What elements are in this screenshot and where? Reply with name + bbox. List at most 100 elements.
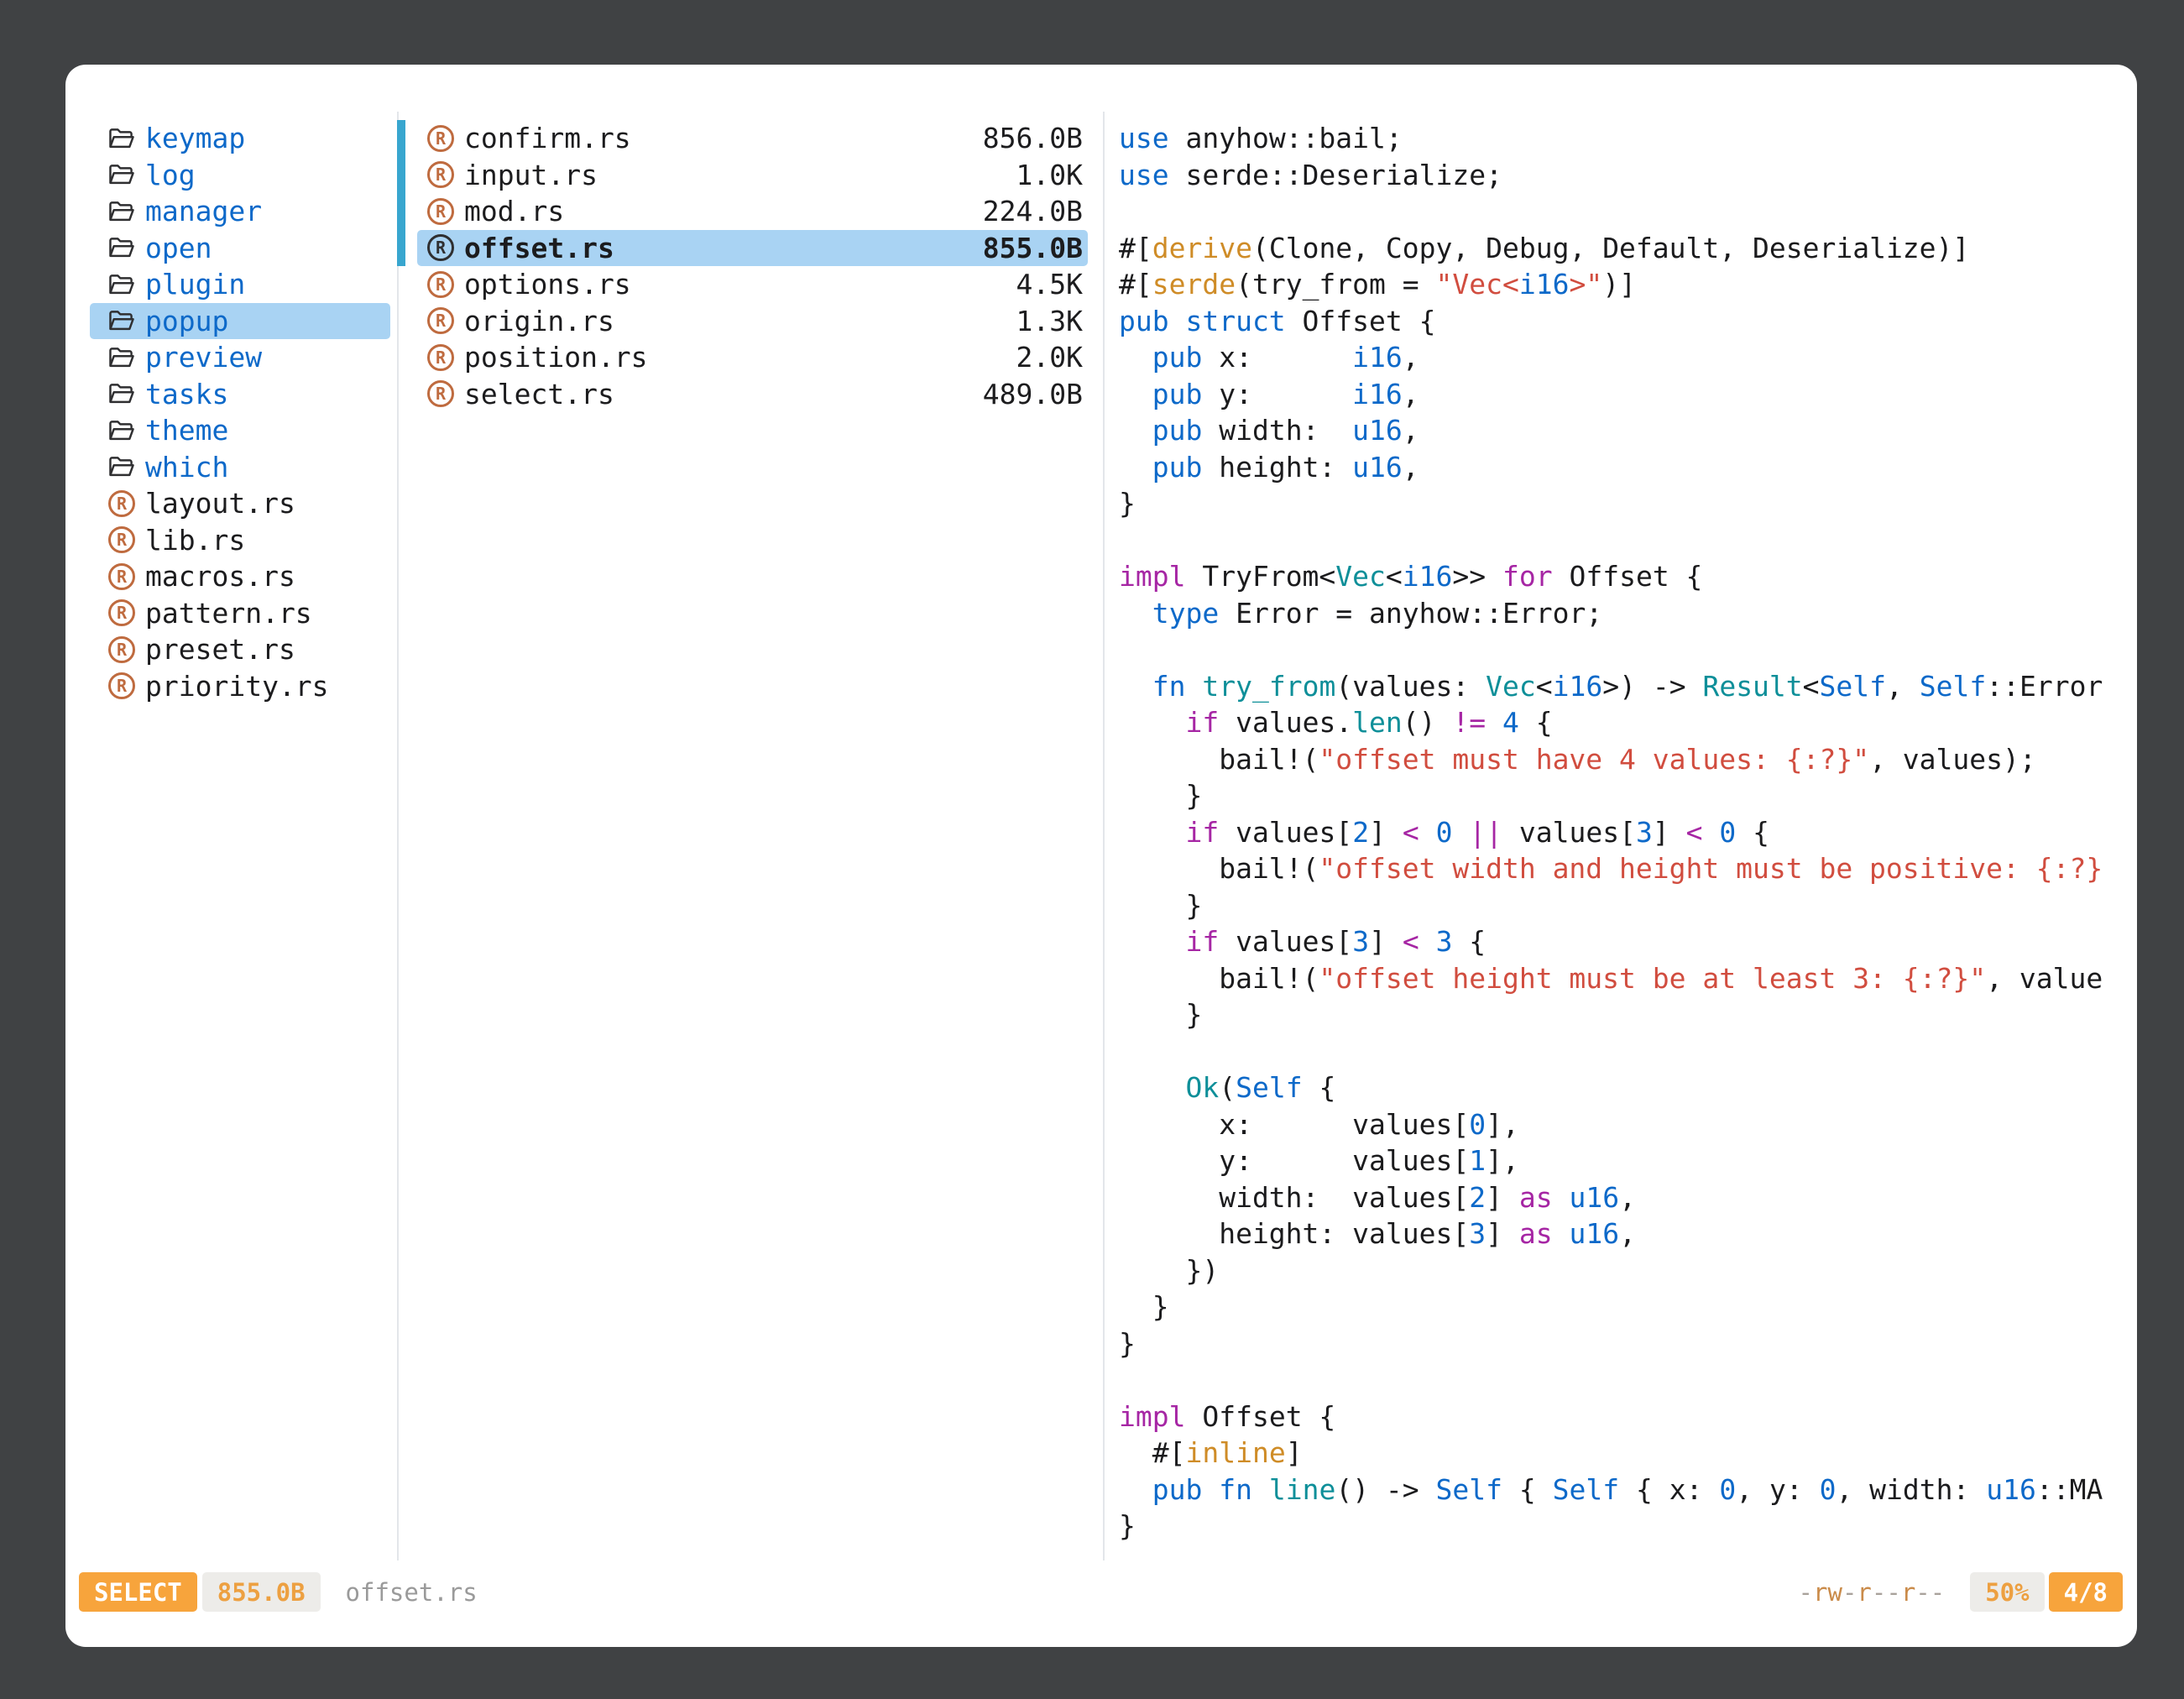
file-row-options-rs[interactable]: Roptions.rs4.5K (417, 266, 1088, 303)
sidebar-item-which[interactable]: which (90, 449, 390, 486)
sidebar-item-preview[interactable]: preview (90, 339, 390, 376)
folder-icon (108, 273, 135, 296)
code-line (1119, 193, 2120, 230)
code-line: #[serde(try_from = "Vec<i16>")] (1119, 266, 2120, 303)
sidebar-item-open[interactable]: open (90, 230, 390, 267)
folder-icon (108, 127, 135, 150)
code-line: bail!("offset must have 4 values: {:?}",… (1119, 741, 2120, 778)
file-row-confirm-rs[interactable]: Rconfirm.rs856.0B (417, 120, 1088, 157)
file-size: 855.0B (983, 232, 1083, 264)
code-line: pub height: u16, (1119, 449, 2120, 486)
sidebar-item-label: macros.rs (145, 560, 295, 593)
sidebar-item-tasks[interactable]: tasks (90, 376, 390, 413)
cursor-position-badge: 4/8 (2049, 1572, 2123, 1612)
sidebar-pane[interactable]: keymaplogmanageropenpluginpopuppreviewta… (65, 112, 397, 1560)
code-line: if values[3] < 3 { (1119, 923, 2120, 960)
rust-file-icon: R (108, 672, 135, 699)
file-row-select-rs[interactable]: Rselect.rs489.0B (417, 376, 1088, 413)
sidebar-item-label: layout.rs (145, 487, 295, 520)
sidebar-item-label: log (145, 159, 196, 191)
file-row-offset-rs[interactable]: Roffset.rs855.0B (417, 230, 1088, 267)
content-area: keymaplogmanageropenpluginpopuppreviewta… (65, 112, 2137, 1560)
code-line (1119, 1362, 2120, 1398)
rust-file-icon: R (108, 526, 135, 553)
file-size: 1.3K (1016, 305, 1083, 337)
sidebar-item-plugin[interactable]: plugin (90, 266, 390, 303)
sidebar-item-label: lib.rs (145, 524, 245, 557)
preview-pane[interactable]: use anyhow::bail;use serde::Deserialize;… (1103, 112, 2137, 1560)
sidebar-item-lib-rs[interactable]: Rlib.rs (90, 522, 390, 559)
rust-file-icon: R (427, 198, 454, 225)
file-size: 489.0B (983, 378, 1083, 410)
rust-file-icon: R (108, 563, 135, 590)
folder-icon (108, 163, 135, 186)
code-line: use serde::Deserialize; (1119, 157, 2120, 194)
file-size: 1.0K (1016, 159, 1083, 191)
file-size: 2.0K (1016, 341, 1083, 374)
folder-icon (108, 236, 135, 259)
folder-icon (108, 309, 135, 332)
code-line: type Error = anyhow::Error; (1119, 595, 2120, 632)
rust-file-icon: R (108, 636, 135, 663)
file-row-origin-rs[interactable]: Rorigin.rs 1.3K (417, 303, 1088, 340)
code-line: } (1119, 1289, 2120, 1325)
code-line: width: values[2] as u16, (1119, 1179, 2120, 1216)
status-bar: SELECT 855.0B offset.rs -rw-r--r-- 50% 4… (79, 1572, 2123, 1612)
sidebar-item-macros-rs[interactable]: Rmacros.rs (90, 558, 390, 595)
file-name: origin.rs (464, 305, 1006, 337)
sidebar-item-theme[interactable]: theme (90, 412, 390, 449)
rust-file-icon: R (427, 125, 454, 152)
sidebar-item-label: popup (145, 305, 228, 337)
permissions-text: -rw-r--r-- (1799, 1578, 1946, 1607)
code-line: impl TryFrom<Vec<i16>> for Offset { (1119, 558, 2120, 595)
sidebar-item-label: tasks (145, 378, 228, 410)
sidebar-item-log[interactable]: log (90, 157, 390, 194)
sidebar-item-preset-rs[interactable]: Rpreset.rs (90, 631, 390, 668)
file-name: select.rs (464, 378, 973, 410)
file-name: position.rs (464, 341, 1006, 374)
code-line: height: values[3] as u16, (1119, 1215, 2120, 1252)
sidebar-item-label: priority.rs (145, 670, 329, 703)
sidebar-item-manager[interactable]: manager (90, 193, 390, 230)
code-line (1119, 522, 2120, 559)
file-row-mod-rs[interactable]: Rmod.rs224.0B (417, 193, 1088, 230)
code-line: bail!("offset height must be at least 3:… (1119, 960, 2120, 997)
sidebar-item-label: pattern.rs (145, 597, 312, 630)
file-row-input-rs[interactable]: Rinput.rs1.0K (417, 157, 1088, 194)
code-line: bail!("offset width and height must be p… (1119, 850, 2120, 887)
code-line: pub y: i16, (1119, 376, 2120, 413)
sidebar-item-pattern-rs[interactable]: Rpattern.rs (90, 595, 390, 632)
code-line: } (1119, 1508, 2120, 1545)
code-line: pub x: i16, (1119, 339, 2120, 376)
code-line: x: values[0], (1119, 1106, 2120, 1143)
file-list-pane[interactable]: Rconfirm.rs856.0BRinput.rs1.0KRmod.rs224… (397, 112, 1103, 1560)
code-line: } (1119, 777, 2120, 814)
selected-size-badge: 855.0B (202, 1572, 321, 1612)
scroll-percent-badge: 50% (1970, 1572, 2044, 1612)
sidebar-item-keymap[interactable]: keymap (90, 120, 390, 157)
sidebar-item-priority-rs[interactable]: Rpriority.rs (90, 668, 390, 705)
folder-icon (108, 346, 135, 369)
rust-file-icon: R (108, 599, 135, 626)
rust-file-icon: R (427, 161, 454, 188)
sidebar-item-layout-rs[interactable]: Rlayout.rs (90, 485, 390, 522)
rust-file-icon: R (427, 307, 454, 334)
code-line: #[inline] (1119, 1435, 2120, 1472)
code-line (1119, 1033, 2120, 1070)
file-row-position-rs[interactable]: Rposition.rs 2.0K (417, 339, 1088, 376)
file-size: 4.5K (1016, 268, 1083, 301)
code-line (1119, 631, 2120, 668)
file-size: 856.0B (983, 122, 1083, 154)
code-line: } (1119, 996, 2120, 1033)
file-size: 224.0B (983, 195, 1083, 227)
rust-file-icon: R (427, 344, 454, 371)
rust-file-icon: R (427, 271, 454, 298)
code-line: pub width: u16, (1119, 412, 2120, 449)
sidebar-item-popup[interactable]: popup (90, 303, 390, 340)
rust-file-icon: R (108, 490, 135, 517)
sidebar-item-label: open (145, 232, 212, 264)
file-list-scrollbar[interactable] (397, 120, 405, 266)
sidebar-item-label: theme (145, 414, 228, 447)
code-line: } (1119, 1325, 2120, 1362)
code-line: #[derive(Clone, Copy, Debug, Default, De… (1119, 230, 2120, 267)
